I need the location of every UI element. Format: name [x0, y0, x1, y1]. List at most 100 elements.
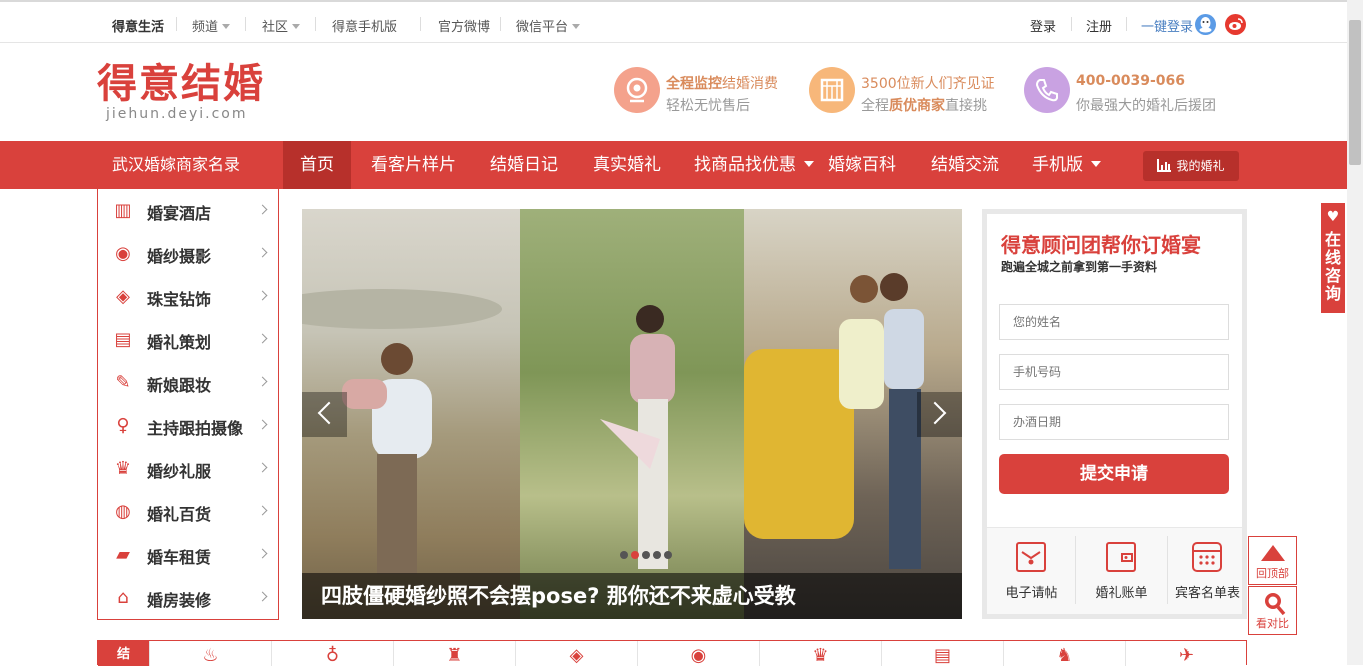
category-item[interactable]: ▥ 婚宴酒店 — [98, 189, 278, 232]
divider — [420, 17, 421, 31]
bottom-category-cell[interactable]: ◈ — [515, 641, 637, 666]
microphone-icon: ♀ — [116, 415, 130, 436]
feature-highlight: 质优商家 — [889, 98, 945, 114]
bottom-category-cell[interactable]: ♨ — [149, 641, 271, 666]
nav-item-samples[interactable]: 看客片样片 — [371, 141, 456, 189]
bottom-category-cell[interactable]: ♞ — [1003, 641, 1125, 666]
bottom-category-cell[interactable]: ✈ — [1125, 641, 1247, 666]
hotel-icon: ▥ — [114, 200, 132, 221]
e-invitation-tool[interactable]: 电子请帖 — [989, 528, 1074, 615]
nav-item-diary[interactable]: 结婚日记 — [490, 141, 558, 189]
site-link[interactable]: 得意生活 — [112, 16, 164, 35]
nav-item-forum[interactable]: 结婚交流 — [931, 141, 999, 189]
logo-text-en: jiehun.deyi.com — [106, 106, 248, 122]
tool-label: 宾客名单表 — [1174, 586, 1240, 601]
login-link[interactable]: 登录 — [1030, 16, 1056, 35]
category-item[interactable]: ▰ 婚车租赁 — [98, 533, 278, 576]
divider — [1075, 536, 1076, 604]
tools-row: 电子请帖 婚礼账单 宾客名单表 — [987, 527, 1242, 614]
category-label: 主持跟拍摄像 — [147, 419, 244, 438]
wallet-icon — [1106, 542, 1136, 572]
category-item[interactable]: ▤ 婚礼策划 — [98, 318, 278, 361]
weibo-link[interactable]: 官方微博 — [438, 16, 490, 35]
channels-dropdown[interactable]: 频道 — [192, 16, 231, 35]
scrollbar-thumb[interactable] — [1349, 20, 1361, 165]
carousel-prev-button[interactable] — [302, 392, 347, 437]
submit-button[interactable]: 提交申请 — [999, 454, 1229, 494]
site-logo[interactable]: 得意结婚 jiehun.deyi.com — [97, 62, 265, 123]
carousel-dot[interactable] — [642, 551, 650, 559]
form-title: 得意顾问团帮你订婚宴 — [1001, 233, 1201, 257]
category-item[interactable]: ⌂ 婚房装修 — [98, 576, 278, 619]
carousel-dot[interactable] — [620, 551, 628, 559]
bottom-category-cell[interactable]: ♛ — [759, 641, 881, 666]
bottom-category-strip: 结 ♨ ♁ ♜ ◈ ◉ ♛ ▤ ♞ ✈ — [97, 640, 1247, 666]
nav-item-home[interactable]: 首页 — [283, 141, 351, 189]
chevron-down-icon — [222, 24, 231, 29]
camera-icon — [614, 67, 660, 113]
name-input[interactable] — [999, 304, 1229, 340]
category-item[interactable]: ◉ 婚纱摄影 — [98, 232, 278, 275]
divider — [176, 17, 177, 31]
banner-caption[interactable]: 四肢僵硬婚纱照不会摆pose? 那你还不来虚心受教 — [302, 573, 962, 619]
house-icon: ⌂ — [117, 587, 129, 608]
bottom-category-cell[interactable]: ♜ — [393, 641, 515, 666]
category-menu: ▥ 婚宴酒店 ◉ 婚纱摄影 ◈ 珠宝钻饰 ▤ 婚礼策划 ✎ 新娘跟妆 ♀ 主持跟拍摄像 ♛ 婚纱礼服 ◍ 婚礼… — [97, 189, 279, 620]
carousel-dot[interactable] — [664, 551, 672, 559]
arrow-up-icon — [1261, 545, 1285, 561]
my-wedding-label: 我的婚礼 — [1176, 159, 1225, 173]
nav-item-wiki[interactable]: 婚嫁百科 — [828, 141, 896, 189]
qq-icon[interactable] — [1195, 14, 1216, 35]
register-link[interactable]: 注册 — [1086, 16, 1112, 35]
nav-item-real-weddings[interactable]: 真实婚礼 — [593, 141, 661, 189]
divider — [245, 17, 246, 31]
bottom-category-cell[interactable]: ◉ — [637, 641, 759, 666]
carousel-next-button[interactable] — [917, 392, 962, 437]
online-consult-tab[interactable]: ♥ 在线咨询 — [1321, 203, 1345, 313]
wedding-bill-tool[interactable]: 婚礼账单 — [1079, 528, 1164, 615]
category-item[interactable]: ♛ 婚纱礼服 — [98, 447, 278, 490]
chevron-right-icon — [257, 548, 268, 559]
my-wedding-button[interactable]: 我的婚礼 — [1143, 151, 1239, 181]
merchant-directory-link[interactable]: 武汉婚嫁商家名录 — [112, 141, 240, 189]
nav-item-deals[interactable]: 找商品找优惠 — [694, 141, 814, 189]
carousel-dot[interactable] — [653, 551, 661, 559]
channels-label: 频道 — [192, 20, 219, 35]
online-consult-label: 在线咨询 — [1325, 230, 1342, 303]
mobile-link[interactable]: 得意手机版 — [332, 16, 397, 35]
community-label: 社区 — [262, 20, 289, 35]
heart-icon: ♥ — [1326, 209, 1340, 225]
category-item[interactable]: ◈ 珠宝钻饰 — [98, 275, 278, 318]
category-label: 婚纱礼服 — [147, 462, 212, 481]
chevron-right-icon — [257, 204, 268, 215]
category-label: 婚纱摄影 — [147, 247, 212, 266]
diamond-icon: ◈ — [116, 286, 130, 307]
date-input[interactable] — [999, 404, 1229, 440]
quick-login-link[interactable]: 一键登录 — [1141, 16, 1193, 35]
compare-button[interactable]: 看对比 — [1248, 586, 1297, 635]
weibo-icon[interactable] — [1225, 14, 1246, 35]
nav-label: 手机版 — [1032, 155, 1083, 175]
carousel-dot[interactable] — [631, 551, 639, 559]
category-item[interactable]: ◍ 婚礼百货 — [98, 490, 278, 533]
divider — [1071, 17, 1072, 31]
category-item[interactable]: ✎ 新娘跟妆 — [98, 361, 278, 404]
phone-input[interactable] — [999, 354, 1229, 390]
form-subtitle: 跑遍全城之前拿到第一手资料 — [1001, 260, 1158, 274]
chevron-right-icon — [257, 505, 268, 516]
chevron-down-icon — [572, 24, 581, 29]
guest-list-tool[interactable]: 宾客名单表 — [1165, 528, 1250, 615]
feature-line1: 3500位新人们齐见证 — [861, 76, 995, 92]
bottom-category-cell[interactable]: ♁ — [271, 641, 393, 666]
bottom-category-cell[interactable]: ▤ — [881, 641, 1003, 666]
category-item[interactable]: ♀ 主持跟拍摄像 — [98, 404, 278, 447]
chevron-right-icon — [923, 401, 947, 425]
back-to-top-button[interactable]: 回顶部 — [1248, 536, 1297, 585]
chevron-right-icon — [257, 376, 268, 387]
community-dropdown[interactable]: 社区 — [262, 16, 301, 35]
nav-item-mobile[interactable]: 手机版 — [1032, 141, 1101, 189]
category-label: 新娘跟妆 — [147, 376, 212, 395]
wechat-dropdown[interactable]: 微信平台 — [516, 16, 581, 35]
banner-carousel[interactable]: 四肢僵硬婚纱照不会摆pose? 那你还不来虚心受教 — [302, 209, 962, 619]
nav-label: 找商品找优惠 — [694, 155, 796, 175]
